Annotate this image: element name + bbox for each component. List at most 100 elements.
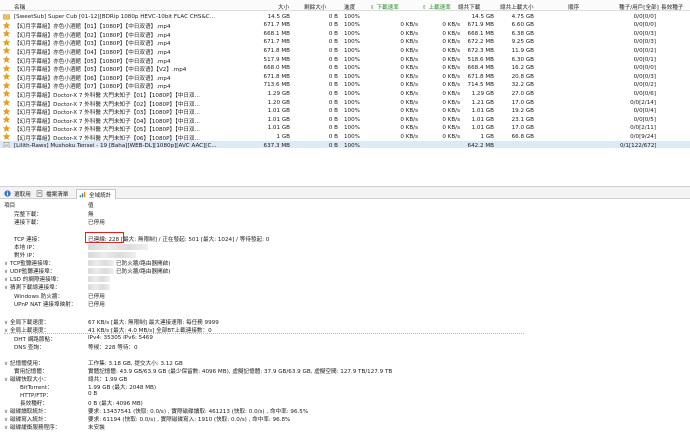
torrent-up: 0 KB/s <box>442 82 460 89</box>
col-uploaded[interactable]: 總共上載大小 <box>500 3 534 11</box>
stat-value-disk-read: 要求: 13437541 (快取: 0.0/s) , 實際磁碟讀取: 46121… <box>88 409 309 415</box>
torrent-seeds: 0/0[0/5] <box>633 116 656 123</box>
stats-header-value: 值 <box>88 203 94 209</box>
tab-global-stats[interactable]: 全域統計 <box>76 188 117 199</box>
stat-label-connect-download: 連接下載： <box>14 220 42 226</box>
torrent-up: 0 KB/s <box>442 116 460 123</box>
torrent-downloaded: 668.1 MB <box>467 30 494 37</box>
torrent-seeds: 0/0[2/14] <box>630 99 656 106</box>
col-size[interactable]: 大小 <box>278 3 289 11</box>
torrent-up: 0 KB/s <box>442 65 460 72</box>
torrent-row[interactable]: 【幻月字幕組】亦色小酒館【07】【1080P】【中日双语】.mp4 713.6 M… <box>0 81 690 90</box>
tab-general-label: 選取用 <box>14 191 31 198</box>
star-icon <box>2 38 11 46</box>
torrent-size: 668.0 MB <box>263 65 290 72</box>
col-up-speed[interactable]: ⇧ 上載速率 <box>422 3 451 11</box>
torrent-row[interactable]: [SweetSub] Super Cub [01-12][BDRip 1080p… <box>0 12 690 21</box>
torrent-uploaded: 6.30 GB <box>511 56 534 63</box>
torrent-seeds: 0/0[9/24] <box>630 133 656 140</box>
stat-label-lsd[interactable]: ∨ LSD 的網際連接埠： <box>4 275 62 283</box>
torrent-remaining: 0 B <box>328 73 338 80</box>
stat-label-disk-read[interactable]: ∨ 磁碟讀取統計： <box>4 407 49 415</box>
tab-general[interactable]: 選取用 <box>2 189 35 199</box>
col-active-time[interactable]: 長效種子 <box>661 3 683 11</box>
torrent-downloaded: 14.5 GB <box>471 13 494 20</box>
stat-label-dns: DNS 查詢： <box>14 345 45 351</box>
torrent-uploaded: 19.2 GB <box>511 108 534 115</box>
torrent-size: 1.20 GB <box>267 99 290 106</box>
col-seeds[interactable]: 種子/用戶[全部] <box>619 3 659 11</box>
torrent-row[interactable]: 【幻月字幕組】亦色小酒館【02】【1080P】【中日双语】.mp4 668.1 M… <box>0 29 690 39</box>
torrent-progress: 100% <box>344 65 360 72</box>
torrent-size: 671.8 MB <box>263 47 290 54</box>
stat-label-guess-port-text: 猜測下載總連接埠： <box>10 285 61 291</box>
torrent-downloaded: 671.8 MB <box>467 73 494 80</box>
torrent-size: 1.01 GB <box>267 116 290 123</box>
stat-value-disk-write: 要求: 61194 (快取: 0.0/s) , 實際磁碟寫入: 1910 (快取… <box>88 417 291 423</box>
torrent-size: 1.29 GB <box>267 90 290 97</box>
stat-label-dht: DHT 網路節點： <box>14 337 56 343</box>
torrent-row[interactable]: 【幻月字幕組】亦色小酒館【03】【1080P】【中日双语】.mp4 671.7 M… <box>0 38 690 47</box>
torrent-list[interactable]: 名稱 大小 剩餘大小 進度 ⇩ 下載速率 ⇧ 上載速率 總共下載 總共上載大小 … <box>0 0 690 148</box>
torrent-up: 0 KB/s <box>442 108 460 115</box>
stat-label-memory[interactable]: ∨ 記憶體使用： <box>4 359 44 367</box>
torrent-row[interactable]: [Lilith-Raws] Mushoku Tensei - 19 [Baha]… <box>0 141 690 148</box>
stat-label-disk-write[interactable]: ∨ 磁碟寫入統計： <box>4 415 49 423</box>
torrent-progress: 100% <box>344 90 360 97</box>
up-arrow-icon: ⇧ <box>422 4 427 11</box>
torrent-row[interactable]: 【幻月字幕組】亦色小酒館【04】【1080P】【中日双语】.mp4 671.8 M… <box>0 46 690 56</box>
tab-files[interactable]: 檔案清單 <box>34 189 72 199</box>
torrent-row[interactable]: 【幻月字幕組】Doctor-X 7 外科醫 大門未知子【02】【1080P】【中… <box>0 98 690 108</box>
stat-label-guess-port[interactable]: ∨ 猜測下載總連接埠： <box>4 283 60 291</box>
stat-value-dns: 等候：228 等待：0 <box>88 345 138 351</box>
torrent-uploaded: 11.9 GB <box>511 47 534 54</box>
torrent-row[interactable]: 【幻月字幕組】Doctor-X 7 外科醫 大門未知子【01】【1080P】【中… <box>0 89 690 99</box>
torrent-row[interactable]: 【幻月字幕組】亦色小酒館【06】【1080P】【中日双语】.mp4 671.8 M… <box>0 72 690 82</box>
torrent-row[interactable]: 【幻月字幕組】Doctor-X 7 外科醫 大門未知子【06】【1080P】【中… <box>0 132 690 142</box>
torrent-row[interactable]: 【幻月字幕組】亦色小酒館【05】【1080P】【中日双语】.mp4 517.9 M… <box>0 55 690 65</box>
stat-label-udp-port[interactable]: ∨ UDP監聽連接埠： <box>4 267 55 275</box>
star-icon <box>2 73 11 81</box>
torrent-row[interactable]: 【幻月字幕組】Doctor-X 7 外科醫 大門未知子【04】【1080P】【中… <box>0 115 690 125</box>
torrent-progress: 100% <box>344 133 360 140</box>
stat-label-tcp-port[interactable]: ∨ TCP監聽連接埠： <box>4 259 54 267</box>
torrent-uploaded: 6.38 GB <box>511 30 534 37</box>
torrent-remaining: 0 B <box>328 22 338 29</box>
stat-value-http-ftp: 0 B <box>88 391 98 397</box>
stat-label-global-down[interactable]: ∨ 全局下載速度： <box>4 318 49 326</box>
col-progress[interactable]: 進度 <box>344 3 355 11</box>
torrent-row[interactable]: 【幻月字幕組】亦色小酒館【05】【1080P】【中日双语】【V2】.mp4 668… <box>0 64 690 73</box>
col-remaining[interactable]: 剩餘大小 <box>304 3 326 11</box>
torrent-down: 0 KB/s <box>400 65 418 72</box>
torrent-seeds: 0/0[0/0] <box>633 22 656 29</box>
stat-value-firewall: 已停用 <box>88 294 105 300</box>
stats-header-item: 項目 <box>4 203 16 209</box>
info-icon <box>4 190 11 197</box>
torrent-size: 1.01 GB <box>267 125 290 132</box>
col-name[interactable]: 名稱 <box>14 3 25 11</box>
star-icon <box>2 90 11 98</box>
redacted-public-ip <box>88 252 136 258</box>
torrent-row[interactable]: 【幻月字幕組】Doctor-X 7 外科醫 大門未知子【05】【1080P】【中… <box>0 124 690 133</box>
stat-value-connect-download: 已停用 <box>88 220 105 226</box>
stat-value-upnp: 已停用 <box>88 302 105 308</box>
stat-label-disk-service[interactable]: ∨ 磁碟緩衝服務程序： <box>4 423 60 431</box>
torrent-uploaded: 66.8 GB <box>511 133 534 140</box>
torrent-progress: 100% <box>344 125 360 132</box>
torrent-row[interactable]: 【幻月字幕組】Doctor-X 7 外科醫 大門未知子【03】【1080P】【中… <box>0 107 690 116</box>
torrent-uploaded: 4.75 GB <box>511 13 534 20</box>
col-downloaded[interactable]: 總共下載 <box>458 3 480 11</box>
torrent-uploaded: 27.0 GB <box>511 90 534 97</box>
col-sequence[interactable]: 順序 <box>568 3 579 11</box>
torrent-down: 0 KB/s <box>400 30 418 37</box>
torrent-row[interactable]: 【幻月字幕組】亦色小酒館【01】【1080P】【中日双语】.mp4 671.7 M… <box>0 21 690 30</box>
star-icon <box>2 98 11 106</box>
torrent-up: 0 KB/s <box>442 47 460 54</box>
stat-label-disk-cache[interactable]: ∨ 磁碟快取大小： <box>4 375 49 383</box>
torrent-progress: 100% <box>344 116 360 123</box>
torrent-downloaded: 714.5 MB <box>467 82 494 89</box>
torrent-progress: 100% <box>344 56 360 63</box>
stat-label-public-ip: 對外 IP： <box>14 253 38 259</box>
col-down-speed[interactable]: ⇩ 下載速率 <box>370 3 399 11</box>
torrent-size: 713.6 MB <box>263 82 290 89</box>
